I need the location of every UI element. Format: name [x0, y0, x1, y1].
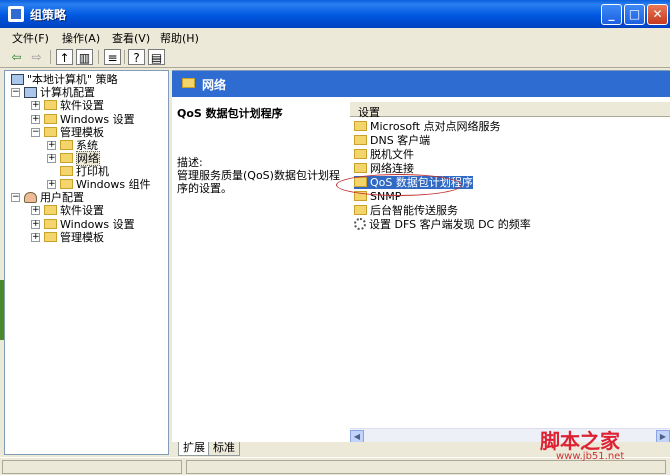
group-policy-window: 组策略 _ □ ✕ 文件(F) 操作(A) 查看(V) 帮助(H) ⇦ ⇨ ↑ …	[0, 0, 670, 475]
folder-icon	[354, 121, 367, 131]
menu-help[interactable]: 帮助(H)	[160, 30, 199, 46]
tree-cc-software[interactable]: 软件设置	[44, 99, 104, 112]
description-title: QoS 数据包计划程序	[177, 107, 283, 120]
tab-extended[interactable]: 扩展	[178, 442, 210, 456]
folder-icon	[60, 140, 73, 150]
folder-icon	[354, 205, 367, 215]
list-item[interactable]: Microsoft 点对点网络服务	[354, 120, 501, 133]
menu-file[interactable]: 文件(F)	[12, 30, 49, 46]
expand-toggle-icon[interactable]: +	[31, 233, 40, 242]
collapse-toggle-icon[interactable]: −	[31, 128, 40, 137]
details-header-title: 网络	[202, 78, 227, 92]
user-icon	[24, 191, 37, 203]
forward-icon[interactable]: ⇨	[28, 49, 45, 65]
folder-icon	[44, 127, 57, 137]
folder-icon	[60, 166, 73, 176]
toolbar-separator	[124, 50, 125, 64]
horizontal-scrollbar[interactable]: ◀ ▶	[350, 428, 670, 443]
details-pane: 网络 QoS 数据包计划程序 描述: 管理服务质量(QoS)数据包计划程序的设置…	[172, 70, 670, 456]
tree-cc-admin[interactable]: 管理模板	[44, 126, 104, 139]
policy-icon	[11, 73, 24, 85]
tree-uc-software[interactable]: 软件设置	[44, 204, 104, 217]
description-text: 管理服务质量(QoS)数据包计划程序的设置。	[177, 169, 340, 195]
up-folder-icon[interactable]: ↑	[56, 49, 73, 65]
details-header: 网络	[172, 71, 670, 97]
expand-toggle-icon[interactable]: +	[47, 180, 56, 189]
toolbar-separator	[98, 50, 99, 64]
folder-icon	[44, 114, 57, 124]
expand-toggle-icon[interactable]: +	[31, 115, 40, 124]
expand-toggle-icon[interactable]: +	[31, 101, 40, 110]
description-panel: QoS 数据包计划程序 描述: 管理服务质量(QoS)数据包计划程序的设置。	[172, 97, 350, 442]
menu-action[interactable]: 操作(A)	[62, 30, 100, 46]
back-icon[interactable]: ⇦	[8, 49, 25, 65]
list-item[interactable]: 设置 DFS 客户端发现 DC 的频率	[354, 218, 531, 231]
window-title: 组策略	[30, 8, 67, 22]
tree-cc-wincomp[interactable]: Windows 组件	[60, 178, 151, 191]
folder-icon	[354, 135, 367, 145]
title-bar[interactable]: 组策略 _ □ ✕	[0, 0, 670, 28]
close-button[interactable]: ✕	[647, 4, 668, 25]
folder-icon	[182, 78, 195, 88]
folder-icon	[60, 179, 73, 189]
properties-icon[interactable]: ▤	[148, 49, 165, 65]
tree-uc-windows[interactable]: Windows 设置	[44, 218, 135, 231]
list-item[interactable]: 网络连接	[354, 162, 414, 175]
highlight-ellipse	[336, 174, 462, 196]
list-item[interactable]: 脱机文件	[354, 148, 414, 161]
menu-view[interactable]: 查看(V)	[112, 30, 150, 46]
help-icon[interactable]: ?	[128, 49, 145, 65]
folder-icon	[44, 232, 57, 242]
maximize-button[interactable]: □	[624, 4, 645, 25]
folder-icon	[44, 205, 57, 215]
minimize-button[interactable]: _	[601, 4, 622, 25]
toolbar-separator	[50, 50, 51, 64]
setting-icon	[354, 218, 366, 230]
watermark-text: 脚本之家	[540, 429, 620, 453]
tree-user-config[interactable]: 用户配置	[24, 191, 84, 204]
folder-icon	[354, 163, 367, 173]
status-pane	[186, 460, 666, 474]
watermark-url: www.jb51.net	[556, 451, 625, 462]
status-pane	[2, 460, 182, 474]
expand-toggle-icon[interactable]: +	[31, 220, 40, 229]
tree-pane: "本地计算机" 策略 − 计算机配置 + 软件设置 + Windows 设置 −…	[4, 70, 169, 455]
export-list-icon[interactable]: ≡	[104, 49, 121, 65]
collapse-toggle-icon[interactable]: −	[11, 193, 20, 202]
tree-uc-admin[interactable]: 管理模板	[44, 231, 104, 244]
toolbar: ⇦ ⇨ ↑ ▥ ≡ ? ▤	[0, 46, 670, 68]
expand-toggle-icon[interactable]: +	[47, 141, 56, 150]
folder-icon	[44, 219, 57, 229]
tree-computer-config[interactable]: 计算机配置	[24, 86, 95, 99]
show-hide-tree-icon[interactable]: ▥	[76, 49, 93, 65]
collapse-toggle-icon[interactable]: −	[11, 88, 20, 97]
list-item[interactable]: DNS 客户端	[354, 134, 430, 147]
expand-toggle-icon[interactable]: +	[47, 154, 56, 163]
tree-cc-windows[interactable]: Windows 设置	[44, 113, 135, 126]
tree-cc-printer[interactable]: 打印机	[60, 165, 109, 178]
folder-icon	[354, 149, 367, 159]
column-header-setting[interactable]: 设置	[350, 101, 670, 119]
tree-cc-network[interactable]: 网络	[60, 151, 100, 166]
folder-open-icon	[60, 153, 73, 163]
desktop-edge	[0, 280, 4, 340]
expand-toggle-icon[interactable]: +	[31, 206, 40, 215]
menu-bar: 文件(F) 操作(A) 查看(V) 帮助(H)	[0, 28, 670, 46]
group-policy-icon	[8, 6, 24, 22]
tree-root[interactable]: "本地计算机" 策略	[11, 73, 118, 86]
folder-icon	[44, 100, 57, 110]
description-label: 描述:	[177, 156, 203, 169]
computer-icon	[24, 86, 37, 98]
list-item[interactable]: 后台智能传送服务	[354, 204, 458, 217]
tab-standard[interactable]: 标准	[208, 442, 240, 456]
